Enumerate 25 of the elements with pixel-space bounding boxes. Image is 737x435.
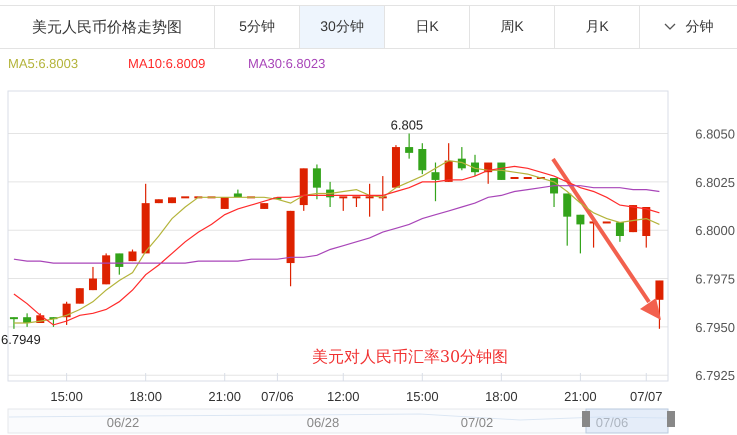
- navigator-label: 06/22: [106, 415, 140, 430]
- axis-label: 6.8025: [695, 174, 735, 190]
- axis-label: 6.8050: [695, 126, 735, 142]
- ma-legend: MA30:6.8023: [248, 56, 368, 70]
- chart-caption: 美元对人民币汇率30分钟图: [312, 347, 508, 366]
- axis-label: 6.7925: [695, 368, 735, 384]
- axis-label: 15:00: [406, 389, 439, 404]
- axis-label: 6.8000: [695, 223, 735, 238]
- price-label: 6.7949: [1, 332, 41, 347]
- ma-legend: MA10:6.8009: [128, 56, 248, 70]
- axis-label: 6.7950: [695, 320, 735, 335]
- ma-legend: MA5:6.8003: [8, 56, 128, 70]
- axis-label: 18:00: [129, 389, 162, 404]
- axis-label: 21:00: [208, 389, 241, 404]
- axis-label: 07/06: [261, 389, 294, 404]
- axis-label: 21:00: [564, 389, 597, 404]
- navigator-label: 07/06: [596, 415, 628, 430]
- axis-label: 12:00: [327, 389, 360, 404]
- price-label: 6.805: [390, 118, 424, 133]
- navigator-label: 06/28: [306, 415, 340, 430]
- navigator-label: 07/02: [460, 415, 494, 430]
- axis-label: 07/07: [630, 389, 663, 404]
- axis-label: 15:00: [50, 389, 83, 404]
- axis-label: 6.7975: [695, 272, 735, 287]
- axis-label: 18:00: [485, 389, 518, 404]
